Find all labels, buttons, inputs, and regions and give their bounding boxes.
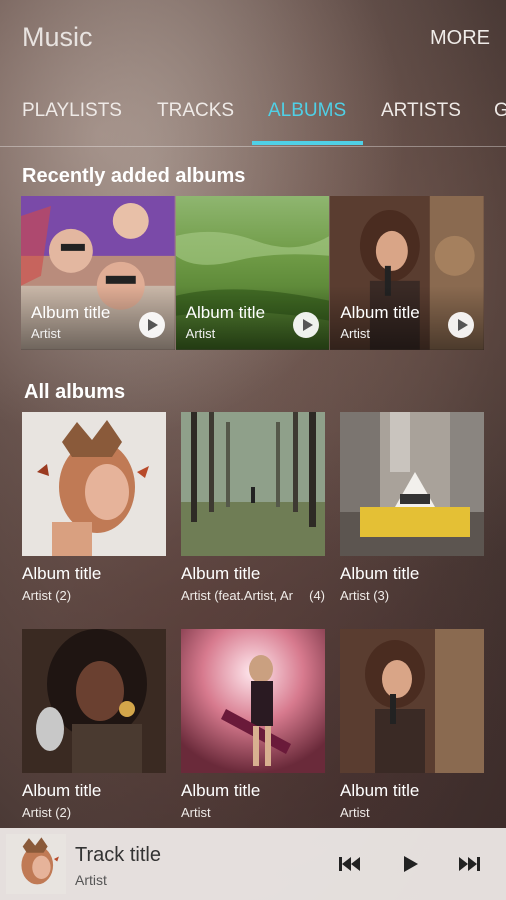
album-card[interactable]: Album title Artist (feat.Artist, Ar (4) <box>181 412 325 603</box>
next-icon[interactable] <box>452 850 484 878</box>
play-icon[interactable] <box>448 312 475 338</box>
album-artist: Artist (2) <box>22 805 72 820</box>
play-icon[interactable] <box>138 312 165 338</box>
active-tab-indicator <box>252 141 363 145</box>
album-title: Album title <box>181 781 261 800</box>
album-art-image <box>181 412 325 556</box>
tab-albums[interactable]: ALBUMS <box>268 100 346 122</box>
more-button[interactable]: MORE <box>430 27 490 50</box>
album-card[interactable]: Album title Artist <box>181 629 325 820</box>
top-bar: Music MORE <box>0 0 506 80</box>
previous-icon[interactable] <box>335 850 367 878</box>
album-art-image <box>340 629 484 773</box>
album-count: (4) <box>309 588 325 603</box>
album-art-image <box>22 629 166 773</box>
tab-genres-partial[interactable]: G <box>494 100 506 122</box>
album-title: Album title <box>340 564 420 583</box>
now-playing-art <box>6 834 66 894</box>
album-art-image <box>181 629 325 773</box>
album-artist: Artist <box>340 326 370 341</box>
recent-album-card[interactable]: Album title Artist <box>175 196 330 350</box>
recent-albums-row: Album title Artist Album title Artist Al… <box>21 196 485 350</box>
album-artist: Artist <box>185 326 216 341</box>
album-title: Album title <box>22 781 102 800</box>
track-artist: Artist <box>75 872 107 888</box>
tab-artists[interactable]: ARTISTS <box>381 100 461 122</box>
tab-playlists[interactable]: PLAYLISTS <box>22 100 122 122</box>
album-title: Album title <box>185 303 266 322</box>
album-title: Album title <box>340 303 420 322</box>
album-title: Album title <box>181 564 261 583</box>
album-card[interactable]: Album title Artist (3) <box>340 412 484 603</box>
album-artist: Artist <box>181 805 211 820</box>
album-artist: Artist (2) <box>22 588 72 603</box>
album-art-image <box>340 412 484 556</box>
album-artist: Artist <box>340 805 370 820</box>
album-artist-row: Artist (feat.Artist, Ar (4) <box>181 588 325 603</box>
recent-album-card[interactable]: Album title Artist <box>21 196 175 350</box>
album-artist: Artist <box>31 326 61 341</box>
album-card[interactable]: Album title Artist <box>340 629 484 820</box>
mini-player[interactable]: Track title Artist <box>0 828 506 900</box>
album-card[interactable]: Album title Artist (2) <box>22 412 166 603</box>
album-artist: Artist (feat.Artist, Ar <box>181 588 293 603</box>
tab-tracks[interactable]: TRACKS <box>157 100 234 122</box>
recent-album-card[interactable]: Album title Artist <box>330 196 485 350</box>
tab-bar: PLAYLISTS TRACKS ALBUMS ARTISTS G <box>0 88 506 147</box>
play-icon[interactable] <box>394 850 426 878</box>
album-title: Album title <box>31 303 111 322</box>
recent-albums-heading: Recently added albums <box>22 165 246 187</box>
album-card[interactable]: Album title Artist (2) <box>22 629 166 820</box>
album-title: Album title <box>22 564 102 583</box>
album-art-image <box>22 412 166 556</box>
album-artist: Artist (3) <box>340 588 390 603</box>
track-title: Track title <box>75 844 161 866</box>
album-title: Album title <box>340 781 420 800</box>
app-title: Music <box>22 22 93 52</box>
all-albums-heading: All albums <box>24 381 126 403</box>
